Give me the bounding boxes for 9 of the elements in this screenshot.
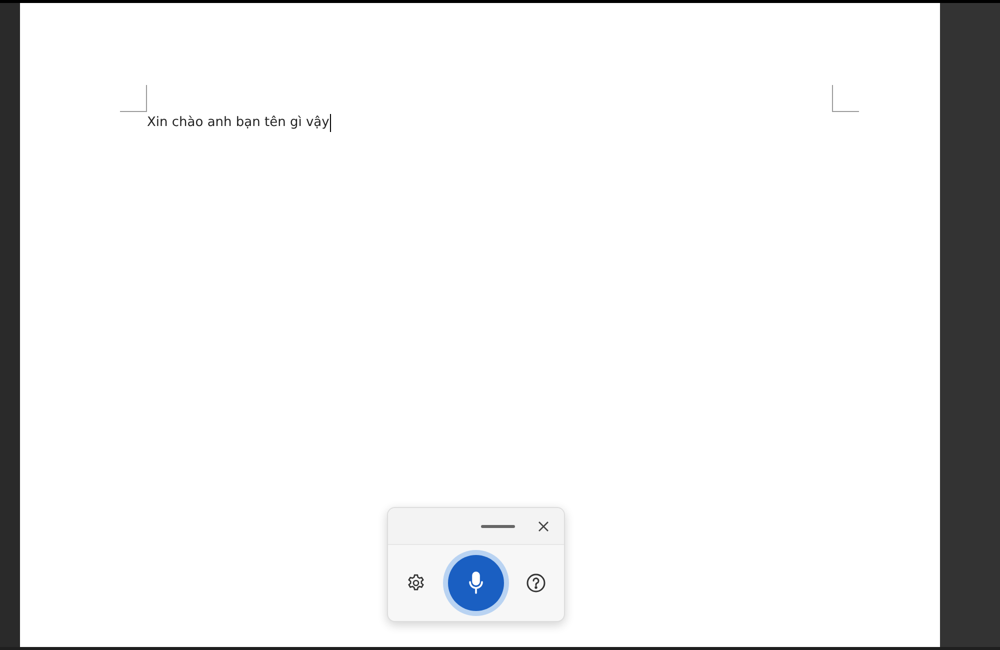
close-icon[interactable] bbox=[538, 520, 549, 532]
drag-handle[interactable] bbox=[480, 524, 514, 528]
document-text: Xin chào anh bạn tên gì vậy bbox=[147, 114, 330, 132]
margin-mark bbox=[832, 85, 859, 112]
microphone-button[interactable] bbox=[448, 555, 504, 611]
settings-icon[interactable] bbox=[406, 573, 426, 593]
margin-mark bbox=[120, 85, 147, 112]
help-icon[interactable] bbox=[526, 573, 546, 593]
microphone-icon bbox=[468, 571, 484, 595]
